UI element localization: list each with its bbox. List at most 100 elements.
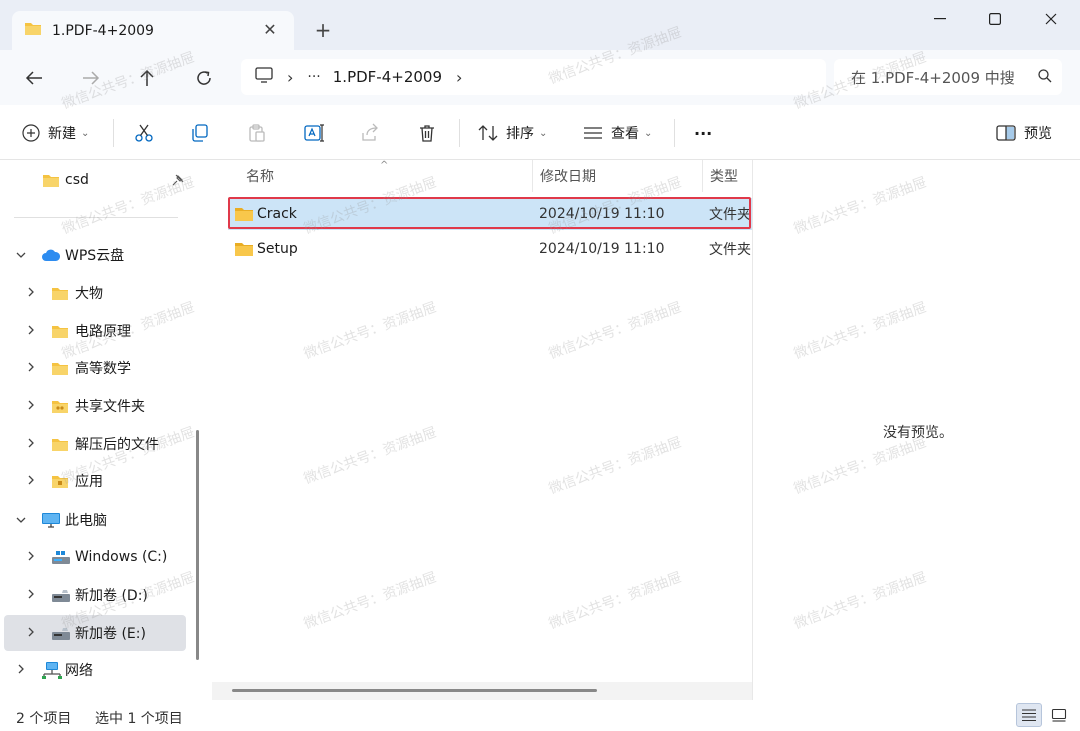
- sidebar-item-label: csd: [65, 172, 89, 188]
- arrow-left-icon: [25, 71, 42, 85]
- copy-icon: [192, 124, 208, 142]
- chevron-right-icon[interactable]: [24, 399, 38, 413]
- copy-button[interactable]: [190, 121, 210, 145]
- sidebar-item-math[interactable]: 高等数学: [4, 350, 186, 386]
- command-bar: 新建 ⌄ 排序 ⌄ 查看 ⌄ ··· 预览: [0, 105, 1080, 160]
- address-row: › ··· 1.PDF-4+2009 › 在 1.PDF-4+2009 中搜: [0, 50, 1080, 105]
- search-input[interactable]: 在 1.PDF-4+2009 中搜: [834, 59, 1062, 95]
- sidebar-item-network[interactable]: 网络: [4, 652, 186, 688]
- table-row[interactable]: Crack 2024/10/19 11:10 文件夹: [228, 198, 752, 230]
- chevron-right-icon[interactable]: [14, 663, 28, 677]
- rename-button[interactable]: [303, 121, 325, 145]
- status-bar: 2 个项目 选中 1 个项目: [0, 700, 1080, 731]
- column-header-name[interactable]: 名称: [246, 160, 274, 192]
- toolbar-divider: [674, 119, 675, 147]
- horizontal-scrollbar[interactable]: [232, 689, 597, 692]
- sidebar-item-label: 高等数学: [75, 361, 131, 377]
- up-button[interactable]: [133, 64, 161, 92]
- new-tab-button[interactable]: +: [312, 18, 334, 42]
- paste-button[interactable]: [247, 121, 267, 145]
- forward-button[interactable]: [77, 64, 105, 92]
- tab-title: 1.PDF-4+2009: [52, 22, 154, 39]
- folder-icon: [51, 437, 69, 456]
- navigation-pane: csd WPS云盘 大物 电路原理 高等数学 共享文件夹 解压后的文件 应用 此…: [0, 160, 205, 700]
- share-button[interactable]: [360, 121, 380, 145]
- refresh-button[interactable]: [190, 64, 218, 92]
- more-options-button[interactable]: ···: [694, 121, 712, 145]
- chevron-down-icon: ⌄: [539, 127, 548, 139]
- sidebar-item-label: 应用: [75, 474, 103, 490]
- table-row[interactable]: Setup 2024/10/19 11:10 文件夹: [228, 233, 752, 265]
- sidebar-divider: [14, 217, 178, 218]
- details-view-button[interactable]: [1016, 703, 1042, 727]
- chevron-right-icon[interactable]: [24, 550, 38, 564]
- cloud-icon: [41, 248, 61, 266]
- address-bar[interactable]: › ··· 1.PDF-4+2009 ›: [241, 59, 826, 95]
- sidebar-item-label: 新加卷 (D:): [75, 588, 148, 604]
- monitor-icon: [255, 67, 273, 87]
- folder-icon: [51, 286, 69, 305]
- chevron-right-icon[interactable]: ›: [456, 68, 462, 87]
- back-button[interactable]: [20, 64, 48, 92]
- chevron-right-icon[interactable]: [24, 626, 38, 640]
- tiles-view-icon: [1051, 708, 1067, 722]
- chevron-down-icon[interactable]: [14, 513, 28, 527]
- sidebar-scrollbar[interactable]: [196, 430, 199, 660]
- shared-folder-icon: [51, 399, 69, 418]
- sidebar-item-apps[interactable]: 应用: [4, 463, 186, 499]
- chevron-down-icon[interactable]: [14, 248, 28, 262]
- tab-active[interactable]: 1.PDF-4+2009 ✕: [12, 11, 294, 50]
- breadcrumb-overflow[interactable]: ···: [307, 69, 320, 85]
- chevron-right-icon[interactable]: [24, 474, 38, 488]
- sidebar-item-circuit[interactable]: 电路原理: [4, 313, 186, 349]
- column-header-label: 类型: [710, 169, 738, 185]
- app-folder-icon: [51, 474, 69, 493]
- breadcrumb-current[interactable]: 1.PDF-4+2009: [333, 68, 442, 86]
- toolbar-divider: [459, 119, 460, 147]
- tab-close-icon[interactable]: ✕: [260, 19, 280, 39]
- drive-icon: [51, 626, 71, 645]
- chevron-right-icon[interactable]: [24, 361, 38, 375]
- chevron-right-icon[interactable]: ›: [287, 68, 293, 87]
- column-divider[interactable]: [532, 160, 533, 192]
- list-view-icon: [584, 127, 602, 139]
- details-view-icon: [1022, 709, 1036, 722]
- sidebar-item-drive-d[interactable]: 新加卷 (D:): [4, 577, 186, 613]
- file-name: Crack: [257, 206, 297, 222]
- toolbar-divider: [113, 119, 114, 147]
- network-icon: [41, 661, 63, 683]
- item-count: 2 个项目: [16, 711, 72, 727]
- sort-button[interactable]: 排序 ⌄: [478, 121, 547, 145]
- view-button[interactable]: 查看 ⌄: [583, 121, 652, 145]
- file-date: 2024/10/19 11:10: [539, 206, 665, 222]
- preview-pane: 没有预览。: [752, 160, 1080, 700]
- column-header-date[interactable]: 修改日期: [540, 160, 596, 192]
- maximize-button[interactable]: [972, 6, 1018, 32]
- sidebar-item-drive-e[interactable]: 新加卷 (E:): [4, 615, 186, 651]
- tiles-view-button[interactable]: [1046, 703, 1072, 727]
- sidebar-item-this-pc[interactable]: 此电脑: [4, 502, 186, 538]
- chevron-right-icon[interactable]: [24, 324, 38, 338]
- column-header-type[interactable]: 类型: [710, 160, 738, 192]
- column-divider[interactable]: [702, 160, 703, 192]
- chevron-right-icon[interactable]: [24, 437, 38, 451]
- minimize-button[interactable]: [917, 6, 963, 32]
- sidebar-item-extracted[interactable]: 解压后的文件: [4, 426, 186, 462]
- sidebar-item-shared[interactable]: 共享文件夹: [4, 388, 186, 424]
- preview-pane-button[interactable]: 预览: [996, 121, 1052, 145]
- selected-count: 选中 1 个项目: [95, 711, 183, 727]
- sidebar-item-label: 此电脑: [65, 513, 107, 529]
- cut-button[interactable]: [134, 121, 154, 145]
- folder-icon: [51, 324, 69, 343]
- title-bar: 1.PDF-4+2009 ✕ +: [0, 0, 1080, 50]
- sidebar-item-wps-cloud[interactable]: WPS云盘: [4, 237, 186, 273]
- delete-button[interactable]: [417, 121, 437, 145]
- sidebar-item-dawu[interactable]: 大物: [4, 275, 186, 311]
- close-button[interactable]: [1028, 6, 1074, 32]
- folder-icon: [51, 361, 69, 380]
- new-button[interactable]: 新建 ⌄: [22, 121, 89, 145]
- chevron-right-icon[interactable]: [24, 588, 38, 602]
- sidebar-item-drive-c[interactable]: Windows (C:): [4, 539, 186, 575]
- chevron-right-icon[interactable]: [24, 286, 38, 300]
- sidebar-item-csd[interactable]: csd: [4, 162, 186, 198]
